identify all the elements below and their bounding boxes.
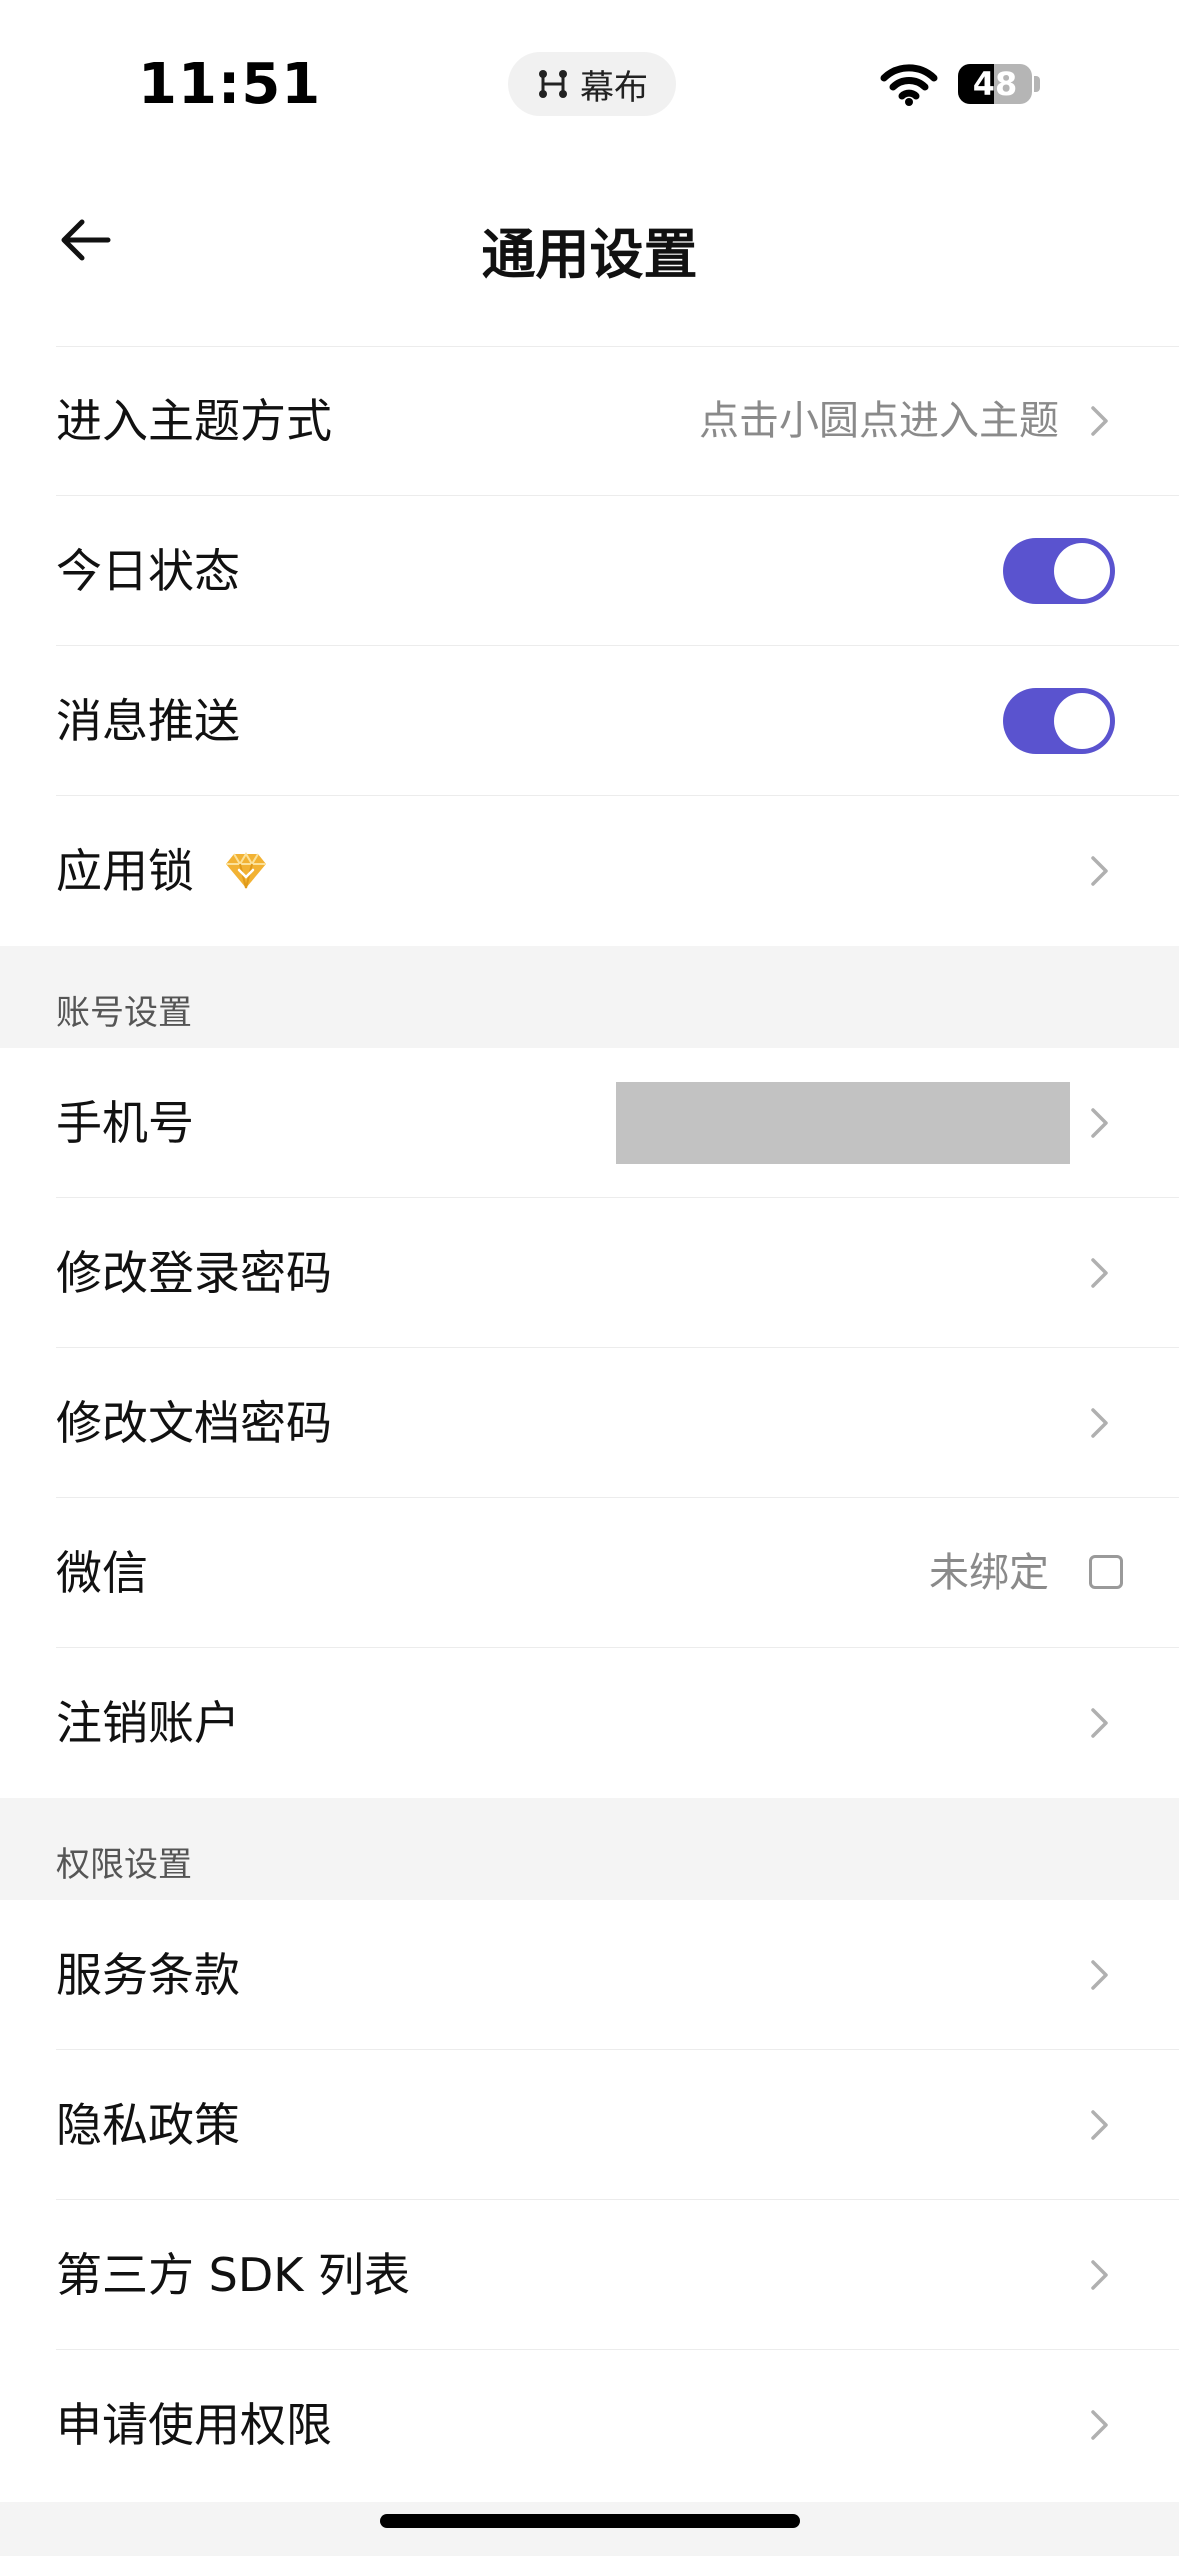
redacted-phone-number	[616, 1082, 1070, 1164]
app-pill-label: 幕布	[580, 67, 648, 108]
chevron-right-icon	[1091, 2260, 1108, 2290]
wechat-bind-status: 未绑定	[929, 1550, 1049, 1596]
app-lock-row[interactable]: 应用锁	[0, 796, 1179, 946]
row-label: 修改文档密码	[56, 1396, 332, 1450]
today-status-row: 今日状态	[0, 496, 1179, 646]
wechat-bind-checkbox[interactable]	[1089, 1555, 1123, 1589]
row-label: 应用锁	[56, 844, 194, 898]
request-permissions-row[interactable]: 申请使用权限	[0, 2350, 1179, 2500]
row-label: 今日状态	[56, 544, 240, 598]
section-header-label: 权限设置	[56, 1845, 192, 1885]
mindmap-icon	[539, 70, 567, 98]
privacy-policy-row[interactable]: 隐私政策	[0, 2050, 1179, 2200]
chevron-right-icon	[1091, 1960, 1108, 1990]
row-value: 点击小圆点进入主题	[699, 398, 1059, 444]
delete-account-row[interactable]: 注销账户	[0, 1648, 1179, 1798]
message-push-row: 消息推送	[0, 646, 1179, 796]
status-time: 11:51	[138, 52, 322, 117]
home-indicator[interactable]	[380, 2514, 800, 2528]
row-label: 修改登录密码	[56, 1246, 332, 1300]
row-label: 微信	[56, 1546, 148, 1600]
toggle-knob	[1054, 693, 1110, 749]
change-login-password-row[interactable]: 修改登录密码	[0, 1198, 1179, 1348]
third-party-sdk-list-row[interactable]: 第三方 SDK 列表	[0, 2200, 1179, 2350]
today-status-toggle[interactable]	[1003, 538, 1115, 604]
diamond-icon	[226, 852, 266, 889]
enter-topic-mode-row[interactable]: 进入主题方式 点击小圆点进入主题	[0, 346, 1179, 496]
chevron-right-icon	[1091, 2110, 1108, 2140]
navigation-bar: 通用设置	[0, 160, 1179, 346]
row-label: 服务条款	[56, 1948, 240, 2002]
battery-level: 48	[972, 65, 1018, 103]
account-section-header: 账号设置	[0, 946, 1179, 1048]
chevron-right-icon	[1091, 2410, 1108, 2440]
permissions-section-header: 权限设置	[0, 1798, 1179, 1900]
settings-list: 进入主题方式 点击小圆点进入主题 今日状态 消息推送 应用锁 账号设置 手机号 …	[0, 346, 1179, 2500]
terms-of-service-row[interactable]: 服务条款	[0, 1900, 1179, 2050]
app-pill[interactable]: 幕布	[508, 52, 676, 116]
wifi-icon	[880, 64, 938, 106]
row-label: 隐私政策	[56, 2098, 240, 2152]
row-label: 申请使用权限	[56, 2398, 332, 2452]
row-label: 进入主题方式	[56, 394, 332, 448]
battery-indicator: 48	[958, 64, 1032, 104]
status-bar: 11:51 幕布 48	[0, 0, 1179, 160]
chevron-right-icon	[1091, 1708, 1108, 1738]
battery-cap	[1034, 76, 1040, 92]
toggle-knob	[1054, 543, 1110, 599]
row-label: 第三方 SDK 列表	[56, 2248, 411, 2302]
chevron-right-icon	[1091, 856, 1108, 886]
page-title: 通用设置	[481, 223, 698, 286]
row-label: 消息推送	[56, 694, 240, 748]
wechat-row[interactable]: 微信 未绑定	[0, 1498, 1179, 1648]
row-label: 注销账户	[56, 1696, 240, 1750]
phone-number-row[interactable]: 手机号	[0, 1048, 1179, 1198]
section-header-label: 账号设置	[56, 993, 192, 1033]
chevron-right-icon	[1091, 406, 1108, 436]
bottom-area	[0, 2502, 1179, 2556]
chevron-right-icon	[1091, 1258, 1108, 1288]
chevron-right-icon	[1091, 1408, 1108, 1438]
chevron-right-icon	[1091, 1108, 1108, 1138]
row-label: 手机号	[56, 1096, 194, 1150]
message-push-toggle[interactable]	[1003, 688, 1115, 754]
change-document-password-row[interactable]: 修改文档密码	[0, 1348, 1179, 1498]
